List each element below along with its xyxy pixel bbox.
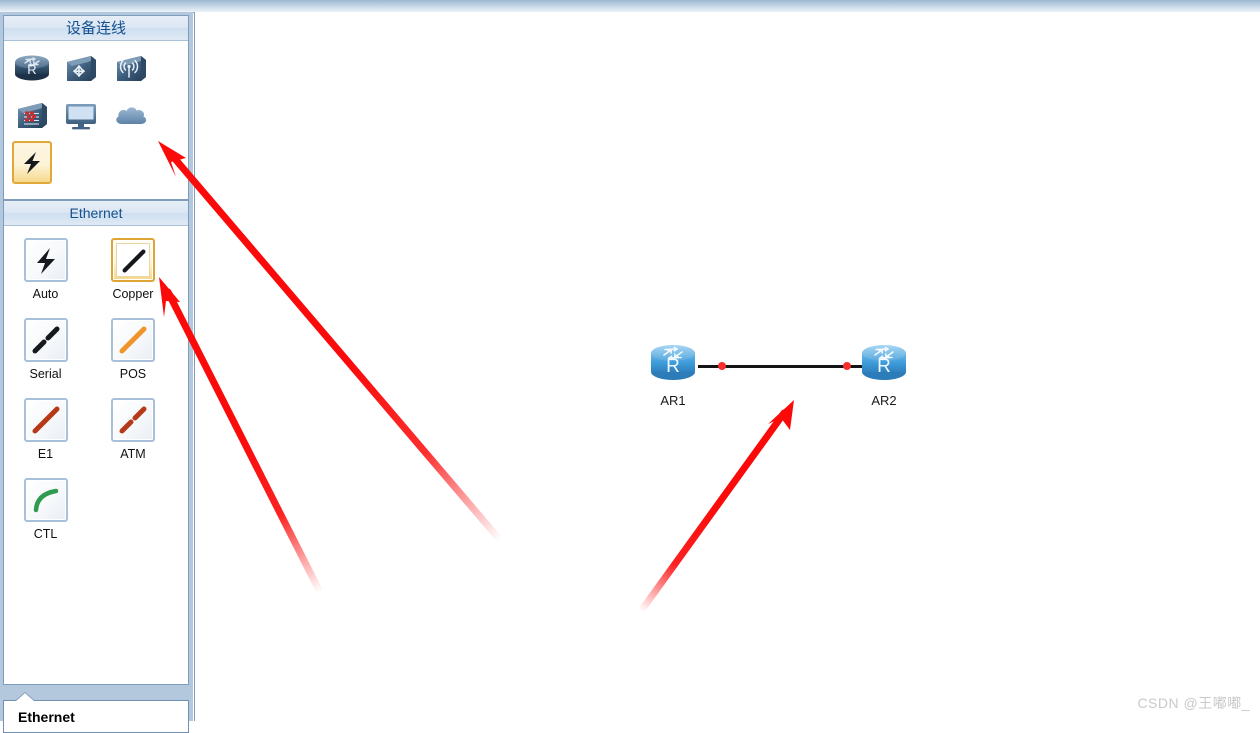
lightning-bolt-icon — [24, 151, 40, 174]
ctl-cable-icon — [33, 488, 58, 513]
lightning-bolt-icon — [36, 248, 55, 274]
svg-text:R: R — [27, 62, 36, 77]
router-icon: R — [651, 345, 695, 380]
device-button-wlan[interactable] — [111, 47, 151, 90]
device-button-endpoint[interactable] — [61, 94, 101, 137]
device-node-ar2[interactable]: R AR2 — [858, 340, 910, 408]
cable-tool-copper[interactable]: Copper — [91, 238, 174, 301]
pc-monitor-icon — [66, 103, 97, 129]
link-status-dot-ar1 — [718, 362, 726, 370]
svg-text:R: R — [877, 356, 891, 377]
cable-label-auto: Auto — [32, 287, 59, 301]
left-sidebar: 设备连线 R Ethernet Auto Copper Serial POS E… — [0, 12, 193, 733]
topology-canvas[interactable]: R AR1 R AR2 — [194, 12, 1260, 721]
cable-tool-ctl[interactable]: CTL — [4, 478, 87, 541]
cable-palette-panel: Ethernet Auto Copper Serial POS E1 ATM C… — [3, 200, 189, 685]
device-palette-panel: 设备连线 R — [3, 15, 189, 200]
cable-tool-auto[interactable]: Auto — [4, 238, 87, 301]
e1-cable-icon — [32, 406, 59, 434]
csdn-watermark: CSDN @王嘟嘟_ — [1137, 695, 1250, 711]
cable-label-atm: ATM — [120, 447, 146, 461]
device-button-firewall[interactable] — [12, 94, 52, 137]
cable-label-copper: Copper — [112, 287, 154, 301]
switch-icon — [67, 55, 97, 81]
device-palette-title: 设备连线 — [4, 16, 188, 41]
cable-tool-pos[interactable]: POS — [91, 318, 174, 381]
pos-cable-icon — [119, 326, 147, 354]
device-label-ar1: AR1 — [660, 393, 686, 408]
router-icon: R — [15, 55, 49, 80]
straight-cable-icon — [122, 249, 146, 273]
firewall-icon — [18, 102, 47, 128]
device-label-ar2: AR2 — [871, 393, 897, 408]
router-icon: R — [862, 345, 906, 380]
cable-tool-atm[interactable]: ATM — [91, 398, 174, 461]
device-node-ar1[interactable]: R AR1 — [647, 340, 699, 408]
link-status-dot-ar2 — [843, 362, 851, 370]
device-button-connection[interactable] — [12, 141, 52, 184]
cable-tool-grid: Auto Copper Serial POS E1 ATM CTL — [4, 226, 188, 558]
serial-cable-icon — [32, 326, 59, 354]
device-icon-grid: R — [4, 41, 188, 188]
atm-cable-icon — [119, 406, 147, 434]
cable-palette-title: Ethernet — [4, 201, 188, 226]
cable-tooltip: Ethernet — [3, 693, 189, 733]
tooltip-notch — [16, 693, 34, 701]
device-button-switch[interactable] — [61, 47, 101, 90]
device-button-router[interactable]: R — [12, 47, 52, 90]
cable-tool-serial[interactable]: Serial — [4, 318, 87, 381]
device-button-cloud[interactable] — [111, 94, 151, 137]
wireless-ap-icon — [116, 55, 146, 81]
tooltip-text: Ethernet — [18, 709, 75, 725]
cable-label-ctl: CTL — [33, 527, 58, 541]
cable-tool-e1[interactable]: E1 — [4, 398, 87, 461]
link-ar1-ar2[interactable] — [698, 365, 885, 368]
cable-label-e1: E1 — [37, 447, 54, 461]
cable-label-pos: POS — [119, 367, 147, 381]
cloud-icon — [116, 106, 147, 124]
cable-label-serial: Serial — [29, 367, 62, 381]
svg-text:R: R — [666, 356, 680, 377]
